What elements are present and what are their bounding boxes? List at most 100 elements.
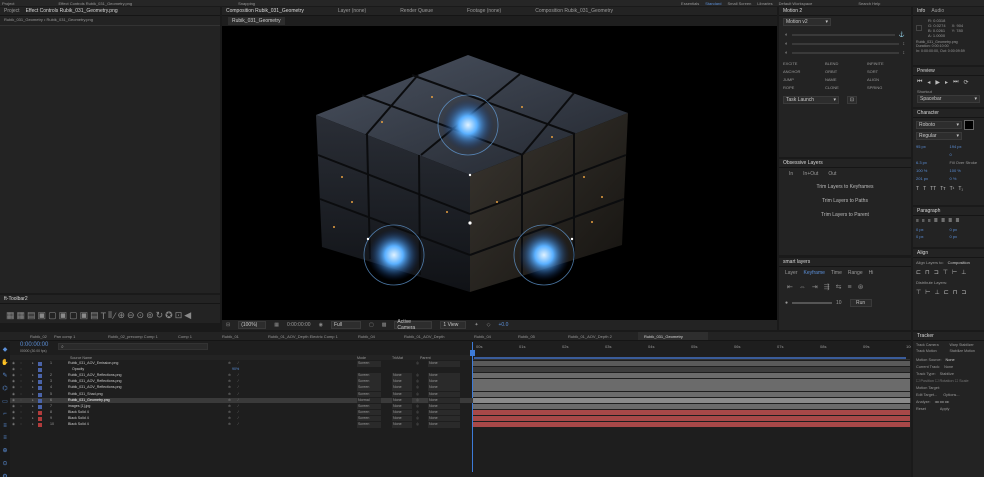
indent-left[interactable]: 0 px <box>916 227 948 232</box>
tab-footage[interactable]: Footage (none) <box>467 8 501 14</box>
layer-row[interactable]: ◉ ○ ▸ 7 images [1].jpg ⊕ ⁄ Screen None ◎ None <box>10 403 911 410</box>
tool-brush-icon[interactable]: ⌐ <box>3 411 7 417</box>
region-icon[interactable]: ▢ <box>369 322 374 328</box>
shy-switch-icon[interactable]: ⊕ <box>228 404 231 410</box>
visibility-eye-icon[interactable]: ◉ <box>12 367 15 373</box>
zoom-fit-icon[interactable]: ⊚ <box>146 310 154 321</box>
align-vcenter-icon[interactable]: ⊢ <box>952 269 957 276</box>
motion2-btn-orbit[interactable]: ORBIT <box>825 69 865 74</box>
options-button[interactable]: Options... <box>943 392 959 399</box>
trkmat-select[interactable]: None <box>392 391 412 398</box>
opt-out[interactable]: Out <box>828 171 836 177</box>
timeline-tab[interactable]: Rubik_01_AOV_Depth <box>404 334 474 339</box>
layer-duration-bar[interactable] <box>473 361 910 367</box>
tool-pen-icon[interactable]: ✎ <box>2 372 7 379</box>
parent-select[interactable]: None <box>428 415 460 422</box>
tsume[interactable]: 0 % <box>950 176 982 181</box>
layer-row[interactable]: ◉ ○ ▸ 10 Black Solid 4 ⊕ ⁄ Screen None ◎ None <box>10 422 911 428</box>
space-before[interactable]: 0 px <box>916 234 948 239</box>
visibility-eye-icon[interactable]: ◉ <box>12 410 15 416</box>
parent-pickwhip-icon[interactable]: ◎ <box>416 404 419 410</box>
layer-row[interactable]: ◉ ○ ▸ 9 Black Solid 4 ⊕ ⁄ Screen None ◎ None <box>10 415 911 422</box>
solo-icon[interactable]: ○ <box>20 404 22 410</box>
tool-shape-icon[interactable]: ▭ <box>2 398 8 405</box>
settings-icon[interactable]: ✪ <box>165 310 173 321</box>
distribute-bottom-icon[interactable]: ⊥ <box>934 289 939 296</box>
layer-duration-bar[interactable] <box>473 391 910 397</box>
comp-subtab[interactable]: Rubik_031_Geometry <box>228 17 285 25</box>
tab-composition-2[interactable]: Composition Rubik_031_Geometry <box>535 8 613 14</box>
zoom-in-icon[interactable]: ⊕ <box>117 310 125 321</box>
mode-select[interactable]: Screen <box>357 415 381 422</box>
arrow-icon[interactable]: ↕ <box>903 41 906 47</box>
trkmat-select[interactable]: None <box>392 422 412 428</box>
distribute-top-icon[interactable]: ⊤ <box>916 289 921 296</box>
timeline-tab[interactable]: Rubik_05 <box>518 334 568 339</box>
visibility-eye-icon[interactable]: ◉ <box>12 422 15 428</box>
motion2-btn-anchor[interactable]: ANCHOR <box>783 69 823 74</box>
trim-keyframes-button[interactable]: Trim Layers to Keyframes <box>785 182 905 192</box>
menu-project[interactable]: Project <box>2 1 14 6</box>
motion2-btn-name[interactable]: NAME <box>825 77 865 82</box>
mode-select[interactable]: Screen <box>357 403 381 410</box>
space-after[interactable]: 0 px <box>950 234 982 239</box>
justify-all-icon[interactable]: ≣ <box>955 218 959 224</box>
audio-icon[interactable]: ◀ <box>184 310 191 321</box>
tab-project[interactable]: Project <box>4 8 20 14</box>
mode-select[interactable]: Screen <box>357 373 381 379</box>
expand-arrow-icon[interactable]: ▸ <box>32 416 34 422</box>
solo-icon[interactable]: ○ <box>20 379 22 385</box>
expand-arrow-icon[interactable]: ▸ <box>32 422 34 428</box>
arrow-icon[interactable]: ↕ <box>903 50 906 56</box>
fx-icon[interactable]: ✦ <box>474 322 478 328</box>
play-icon[interactable]: ▶ <box>935 79 940 86</box>
smart-tab-keyframe[interactable]: Keyframe <box>804 270 825 276</box>
property-row[interactable]: ◉ ○ Opacity 90% <box>10 367 911 373</box>
mode-select[interactable]: Screen <box>357 391 381 398</box>
align-right-icon[interactable]: ≡ <box>928 218 931 224</box>
timeline-tab[interactable]: Rubik_04 <box>358 334 404 339</box>
layer-name[interactable]: Rubik_031_AOV_Reflections.png <box>68 379 122 385</box>
indent-right[interactable]: 0 px <box>950 227 982 232</box>
parent-select[interactable]: None <box>428 379 460 385</box>
parent-select[interactable]: None <box>428 422 460 428</box>
shy-switch-icon[interactable]: ⊕ <box>228 392 231 398</box>
zoom-icon[interactable]: ⊙ <box>137 310 145 321</box>
layer-duration-bar[interactable] <box>473 367 910 373</box>
solo-icon[interactable]: ○ <box>20 385 22 391</box>
task-go-button[interactable]: ⊡ <box>847 96 857 104</box>
link-icon[interactable]: ⊛ <box>858 283 864 291</box>
tool-settings-icon[interactable]: ⚙ <box>2 473 7 477</box>
timeline-tab[interactable]: Rubik_01_AOV_Depth 2 <box>568 334 638 339</box>
timeline-tab[interactable]: Rubik_01 <box>222 334 268 339</box>
motion2-btn-align[interactable]: ALIGN <box>867 77 907 82</box>
bars-icon[interactable]: ⫴ <box>108 310 112 321</box>
layer-name[interactable]: Rubik_031_Geometry.png <box>68 398 110 404</box>
trkmat-select[interactable]: None <box>392 373 412 379</box>
exposure-value[interactable]: +0.0 <box>498 322 508 328</box>
timeline-tab[interactable]: Rubik_02 <box>0 334 54 339</box>
quality-switch-icon[interactable]: ⁄ <box>238 404 239 410</box>
mode-select[interactable]: Screen <box>357 361 381 367</box>
trkmat-select[interactable]: None <box>392 415 412 422</box>
parent-pickwhip-icon[interactable]: ◎ <box>416 385 419 391</box>
grid-icon[interactable]: ▦ <box>6 310 15 321</box>
comp-timecode[interactable]: 0:00:00:00 <box>287 322 311 328</box>
parent-pickwhip-icon[interactable]: ◎ <box>416 392 419 398</box>
solo-icon[interactable]: ○ <box>20 361 22 367</box>
shift-icon[interactable]: ⇆ <box>836 283 842 291</box>
box5-icon[interactable]: ▣ <box>80 310 89 321</box>
shy-switch-icon[interactable]: ⊕ <box>228 416 231 422</box>
box3-icon[interactable]: ▣ <box>59 310 68 321</box>
slider-handle-icon[interactable]: ◐ <box>785 41 788 47</box>
sequence-icon[interactable]: ≡ <box>848 284 852 291</box>
shy-switch-icon[interactable]: ⊕ <box>228 385 231 391</box>
layer-name[interactable]: images [1].jpg <box>68 404 90 410</box>
smart-run-button[interactable]: Run <box>849 299 872 307</box>
justify-center-icon[interactable]: ≣ <box>941 218 945 224</box>
box6-icon[interactable]: ▤ <box>90 310 99 321</box>
slider-handle-icon[interactable]: ◐ <box>785 50 788 56</box>
motion2-preset-select[interactable]: Motion v2 ▾ <box>783 18 831 26</box>
subscript-icon[interactable]: T₁ <box>958 186 963 192</box>
mode-select[interactable]: Screen <box>357 409 381 416</box>
